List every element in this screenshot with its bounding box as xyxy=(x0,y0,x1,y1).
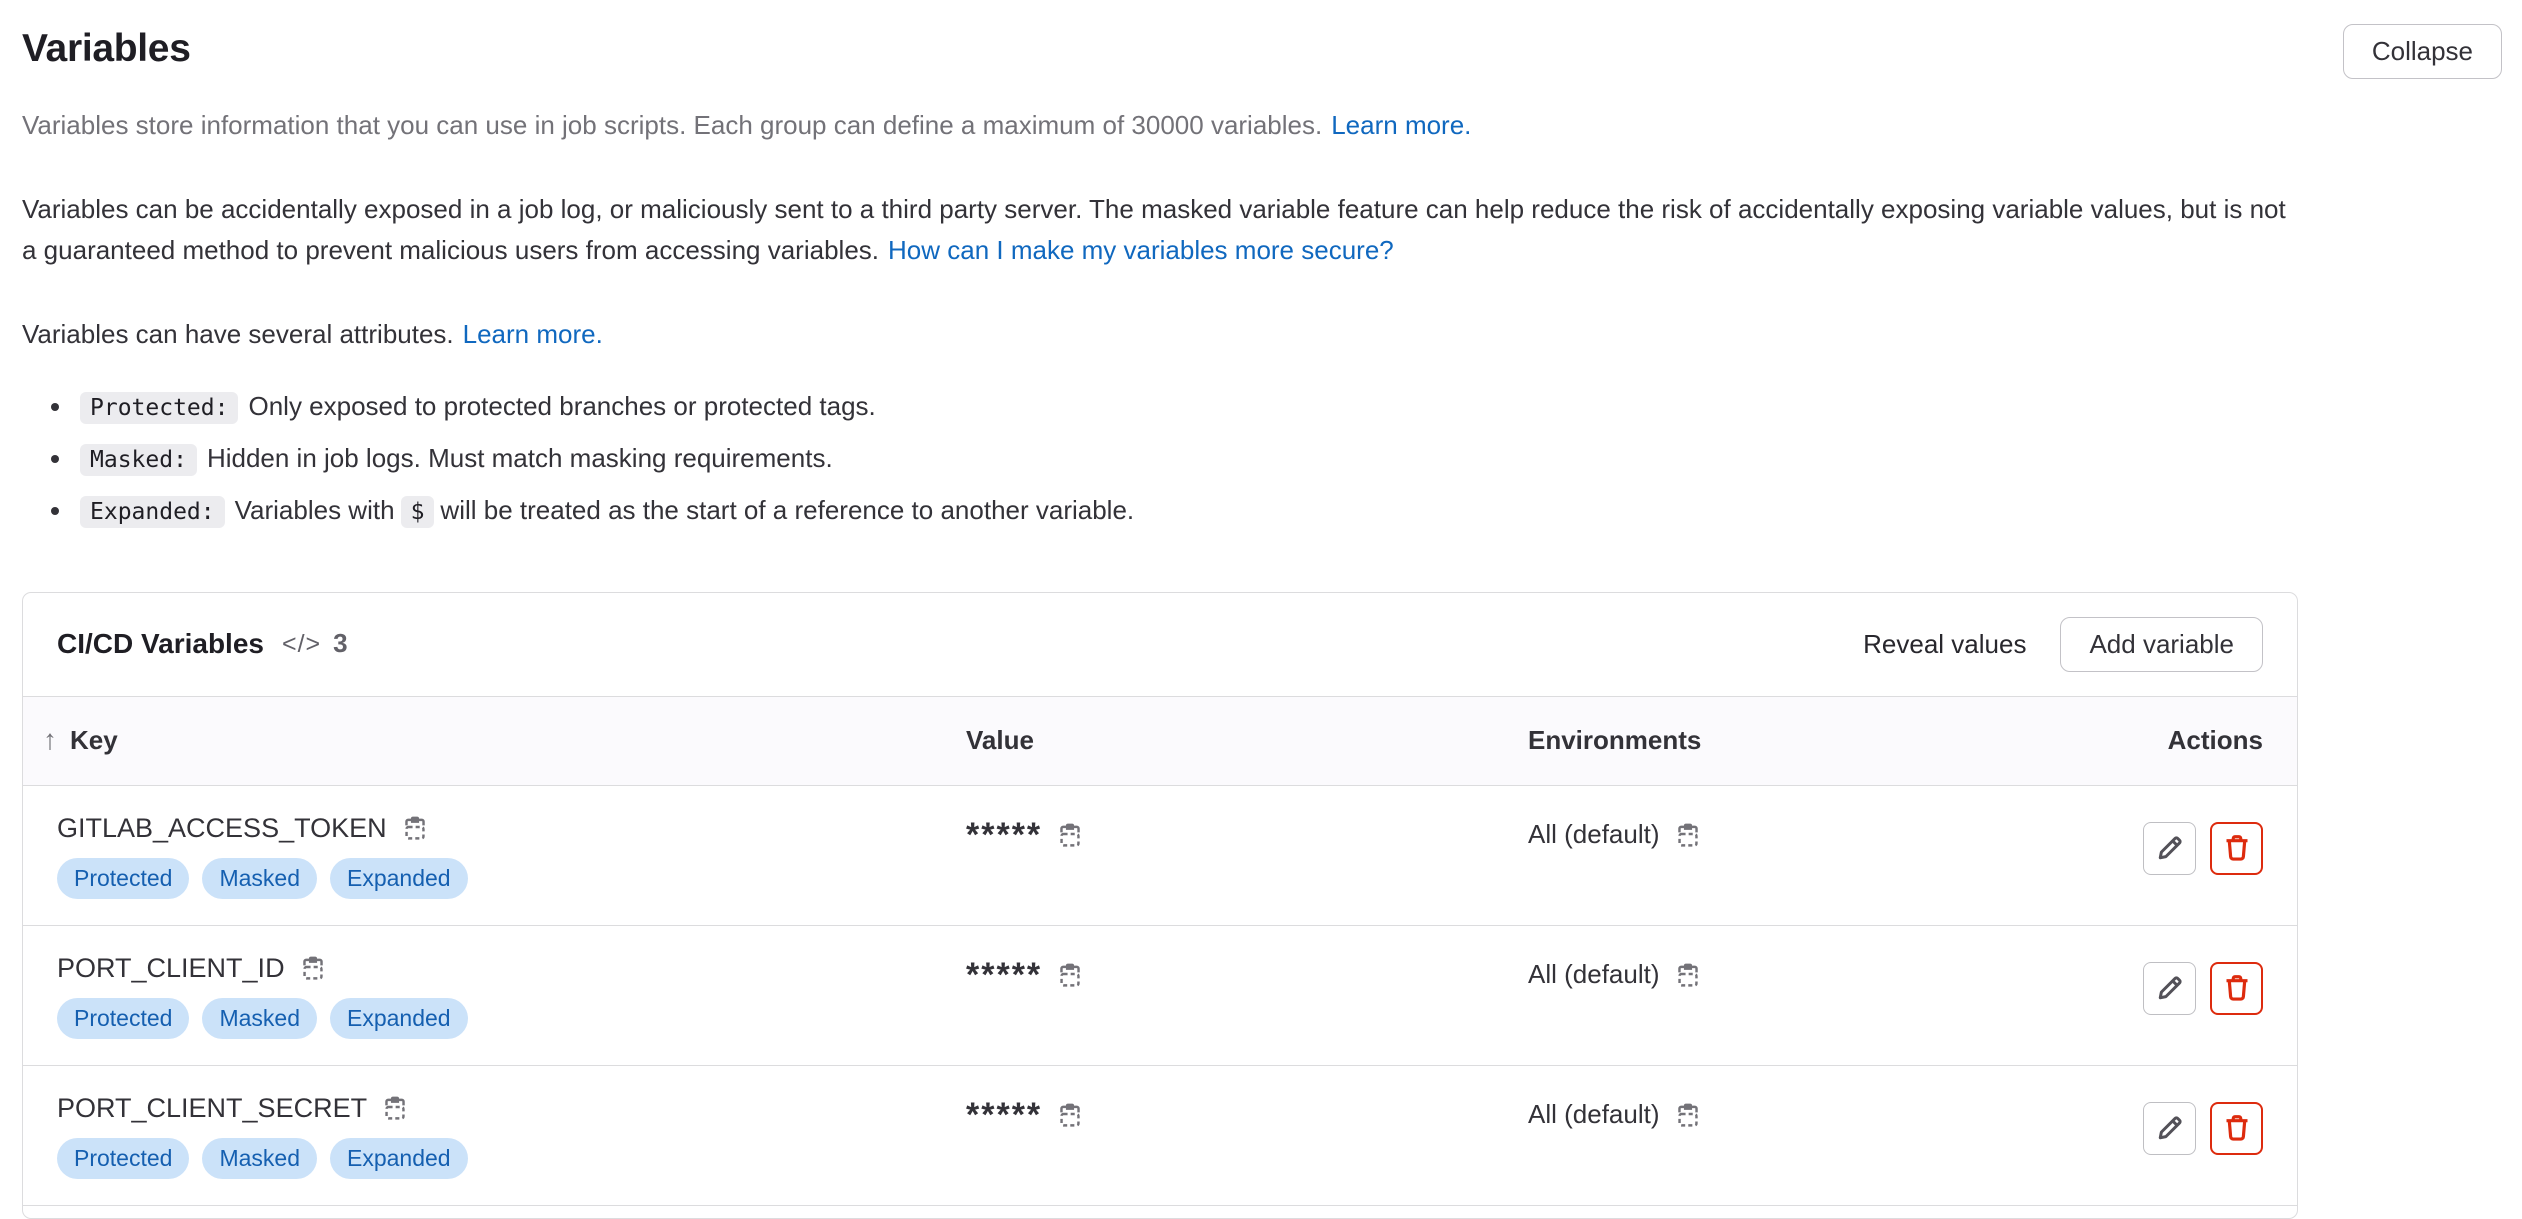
delete-variable-button[interactable] xyxy=(2210,962,2263,1015)
variable-key: PORT_CLIENT_SECRET xyxy=(57,1088,367,1128)
key-cell: GITLAB_ACCESS_TOKEN Protected Masked Exp… xyxy=(57,808,966,899)
copy-key-button[interactable] xyxy=(402,815,428,841)
environments-value: All (default) xyxy=(1528,814,1660,856)
panel-footer xyxy=(23,1206,2297,1218)
dollar-code-chip: $ xyxy=(401,496,435,528)
badge-list: Protected Masked Expanded xyxy=(57,1138,966,1179)
variable-key: PORT_CLIENT_ID xyxy=(57,948,285,988)
masked-badge: Masked xyxy=(202,858,317,899)
intro-text: Variables store information that you can… xyxy=(22,110,1322,140)
masked-code-chip: Masked: xyxy=(80,444,197,476)
code-icon: </> xyxy=(282,624,321,664)
copy-value-button[interactable] xyxy=(1057,822,1083,848)
page-title: Variables xyxy=(22,24,191,74)
variable-count-badge: 3 xyxy=(333,623,347,665)
copy-key-button[interactable] xyxy=(300,955,326,981)
variable-key: GITLAB_ACCESS_TOKEN xyxy=(57,808,387,848)
copy-key-button[interactable] xyxy=(382,1095,408,1121)
expanded-badge: Expanded xyxy=(330,998,468,1039)
actions-cell xyxy=(2128,1102,2263,1155)
protected-description: Only exposed to protected branches or pr… xyxy=(248,391,875,421)
panel-title: CI/CD Variables xyxy=(57,622,264,667)
environments-cell: All (default) xyxy=(1528,813,2128,857)
copy-environments-button[interactable] xyxy=(1675,962,1701,988)
variables-settings-page: Variables Collapse Variables store infor… xyxy=(0,0,2522,1219)
edit-variable-button[interactable] xyxy=(2143,822,2196,875)
protected-badge: Protected xyxy=(57,998,189,1039)
variables-secure-link[interactable]: How can I make my variables more secure? xyxy=(888,235,1394,265)
attributes-list: Protected: Only exposed to protected bran… xyxy=(22,384,2307,534)
value-cell: ***** xyxy=(966,953,1528,997)
reveal-values-button[interactable]: Reveal values xyxy=(1843,617,2046,672)
list-item-protected: Protected: Only exposed to protected bran… xyxy=(74,384,2307,430)
table-row: GITLAB_ACCESS_TOKEN Protected Masked Exp… xyxy=(23,786,2297,926)
copy-environments-button[interactable] xyxy=(1675,822,1701,848)
key-cell: PORT_CLIENT_ID Protected Masked Expanded xyxy=(57,948,966,1039)
attributes-intro-paragraph: Variables can have several attributes. Le… xyxy=(22,314,2307,356)
copy-value-button[interactable] xyxy=(1057,1102,1083,1128)
list-item-expanded: Expanded: Variables with$will be treated … xyxy=(74,488,2307,534)
key-header-label: Key xyxy=(70,720,118,762)
table-row: PORT_CLIENT_ID Protected Masked Expanded… xyxy=(23,926,2297,1066)
sort-ascending-icon: ↑ xyxy=(43,718,57,763)
collapse-button[interactable]: Collapse xyxy=(2343,24,2502,79)
value-cell: ***** xyxy=(966,813,1528,857)
trash-icon xyxy=(2222,1113,2252,1143)
expanded-description-before: Variables with xyxy=(235,495,395,525)
expanded-badge: Expanded xyxy=(330,858,468,899)
expanded-description-after: will be treated as the start of a refere… xyxy=(440,495,1134,525)
environments-value: All (default) xyxy=(1528,1094,1660,1136)
badge-list: Protected Masked Expanded xyxy=(57,998,966,1039)
environments-cell: All (default) xyxy=(1528,1093,2128,1137)
delete-variable-button[interactable] xyxy=(2210,822,2263,875)
environments-cell: All (default) xyxy=(1528,953,2128,997)
masked-value: ***** xyxy=(966,823,1042,847)
trash-icon xyxy=(2222,833,2252,863)
column-header-environments: Environments xyxy=(1528,720,2128,762)
protected-badge: Protected xyxy=(57,858,189,899)
panel-header: CI/CD Variables </> 3 Reveal values Add … xyxy=(23,593,2297,696)
delete-variable-button[interactable] xyxy=(2210,1102,2263,1155)
actions-cell xyxy=(2128,822,2263,875)
masked-value: ***** xyxy=(966,963,1042,987)
ci-cd-variables-panel: CI/CD Variables </> 3 Reveal values Add … xyxy=(22,592,2298,1219)
expanded-badge: Expanded xyxy=(330,1138,468,1179)
pencil-icon xyxy=(2155,833,2185,863)
actions-cell xyxy=(2128,962,2263,1015)
section-header: Variables Collapse xyxy=(22,24,2502,79)
warning-paragraph: Variables can be accidentally exposed in… xyxy=(22,189,2307,272)
pencil-icon xyxy=(2155,1113,2185,1143)
expanded-code-chip: Expanded: xyxy=(80,496,225,528)
value-cell: ***** xyxy=(966,1093,1528,1137)
environments-value: All (default) xyxy=(1528,954,1660,996)
trash-icon xyxy=(2222,973,2252,1003)
table-header-row: ↑ Key Value Environments Actions xyxy=(23,696,2297,786)
attributes-intro-text: Variables can have several attributes. xyxy=(22,319,454,349)
column-header-actions: Actions xyxy=(2128,720,2263,762)
masked-description: Hidden in job logs. Must match masking r… xyxy=(207,443,833,473)
protected-badge: Protected xyxy=(57,1138,189,1179)
pencil-icon xyxy=(2155,973,2185,1003)
masked-value: ***** xyxy=(966,1103,1042,1127)
masked-badge: Masked xyxy=(202,1138,317,1179)
add-variable-button[interactable]: Add variable xyxy=(2060,617,2263,672)
column-header-key[interactable]: ↑ Key xyxy=(43,718,966,763)
copy-environments-button[interactable] xyxy=(1675,1102,1701,1128)
edit-variable-button[interactable] xyxy=(2143,1102,2196,1155)
list-item-masked: Masked: Hidden in job logs. Must match ma… xyxy=(74,436,2307,482)
edit-variable-button[interactable] xyxy=(2143,962,2196,1015)
protected-code-chip: Protected: xyxy=(80,392,238,424)
column-header-value: Value xyxy=(966,720,1528,762)
key-cell: PORT_CLIENT_SECRET Protected Masked Expa… xyxy=(57,1088,966,1179)
intro-paragraph: Variables store information that you can… xyxy=(22,105,2307,147)
table-row: PORT_CLIENT_SECRET Protected Masked Expa… xyxy=(23,1066,2297,1206)
section-description: Variables store information that you can… xyxy=(22,105,2307,533)
learn-more-link[interactable]: Learn more. xyxy=(1331,110,1471,140)
attributes-learn-more-link[interactable]: Learn more. xyxy=(463,319,603,349)
masked-badge: Masked xyxy=(202,998,317,1039)
copy-value-button[interactable] xyxy=(1057,962,1083,988)
badge-list: Protected Masked Expanded xyxy=(57,858,966,899)
